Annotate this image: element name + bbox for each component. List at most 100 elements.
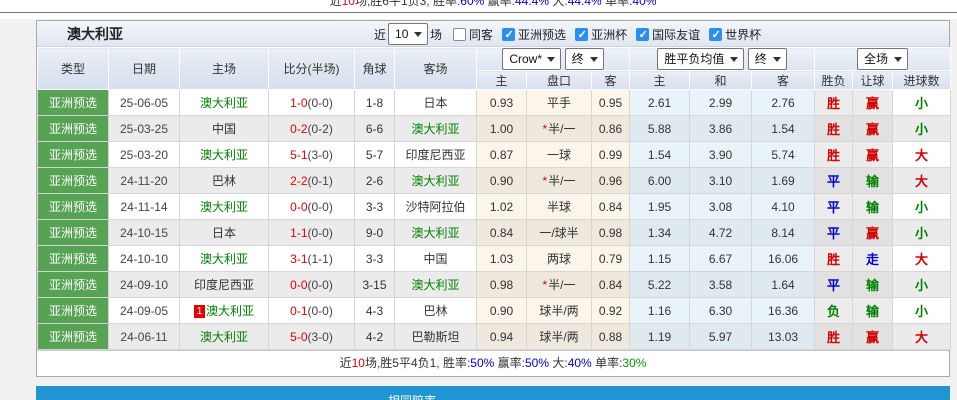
cell-score: 2-2(0-1) <box>269 168 355 194</box>
cell-home-team: 日本 <box>180 220 269 246</box>
cell-date: 24-09-10 <box>109 272 180 298</box>
cell-result: 胜 <box>815 324 853 350</box>
cell-corners: 1-8 <box>355 90 395 116</box>
cell-match-type: 亚洲预选 <box>38 246 109 272</box>
cell-avg-away: 16.06 <box>752 246 815 272</box>
cell-odds-away: 0.96 <box>592 168 630 194</box>
cell-avg-draw: 3.10 <box>690 168 752 194</box>
cell-avg-home: 1.54 <box>630 142 690 168</box>
summary-text-part: 40% <box>632 0 656 8</box>
summary-text-part: 44.4% <box>568 0 602 8</box>
cell-odds-home: 1.00 <box>477 116 527 142</box>
cell-handicap-result: 赢 <box>853 324 893 350</box>
cell-avg-home: 5.88 <box>630 116 690 142</box>
filter-controls: 近 10 场 同客亚洲预选亚洲杯国际友谊世界杯 <box>372 21 761 47</box>
final-score[interactable]: 3-1 <box>290 252 307 266</box>
summary-text-part: 40% <box>568 356 592 370</box>
cell-corners: 4-3 <box>355 298 395 324</box>
cell-result: 平 <box>815 272 853 298</box>
cell-goals-result: 大 <box>893 168 951 194</box>
away-team-name: 澳大利亚 <box>411 174 459 188</box>
bookmaker-select[interactable]: Crow* <box>502 48 561 70</box>
col-header-away: 客场 <box>395 48 477 90</box>
cell-home-team: 澳大利亚 <box>180 194 269 220</box>
final-score[interactable]: 1-0 <box>290 96 307 110</box>
away-team-name: 巴林 <box>423 304 447 318</box>
cell-goals-result: 小 <box>893 220 951 246</box>
cell-goals-result: 大 <box>893 324 951 350</box>
avg-odds-select[interactable]: 胜平负均值 <box>657 48 744 70</box>
cell-home-team: 巴林 <box>180 168 269 194</box>
final-score[interactable]: 0-2 <box>290 122 307 136</box>
cell-corners: 6-6 <box>355 116 395 142</box>
half-score: (0-0) <box>308 226 333 240</box>
cell-avg-away: 5.74 <box>752 142 815 168</box>
cell-away-team: 澳大利亚 <box>395 116 477 142</box>
filter-checkbox-世界杯[interactable] <box>709 28 722 41</box>
header-selects-row: 类型 日期 主场 比分(半场) 角球 客场 Crow* 终 胜平负均值 终 全场 <box>38 48 951 71</box>
filter-label: 世界杯 <box>725 28 761 42</box>
bookmaker-select-wrap: Crow* <box>502 48 561 70</box>
final-score[interactable]: 1-1 <box>290 226 307 240</box>
final-score[interactable]: 0-0 <box>290 200 307 214</box>
cell-odds-away: 0.92 <box>592 298 630 324</box>
blue-bar-clipped-text: 相同赔率 <box>388 392 436 400</box>
cell-score: 0-0(0-0) <box>269 272 355 298</box>
cell-corners: 3-3 <box>355 246 395 272</box>
home-team-name: 澳大利亚 <box>206 304 254 318</box>
cell-result: 平 <box>815 220 853 246</box>
cell-match-type: 亚洲预选 <box>38 220 109 246</box>
away-team-name: 澳大利亚 <box>411 122 459 136</box>
cell-avg-home: 5.22 <box>630 272 690 298</box>
final-score[interactable]: 5-0 <box>290 330 307 344</box>
half-score: (0-2) <box>308 122 333 136</box>
cell-avg-away: 16.36 <box>752 298 815 324</box>
home-team-name: 澳大利亚 <box>200 330 248 344</box>
cell-result: 胜 <box>815 246 853 272</box>
table-row: 亚洲预选24-09-10印度尼西亚0-0(0-0)3-15澳大利亚0.98*半/… <box>38 272 951 298</box>
handicap-star: * <box>542 278 547 292</box>
avg-state-select[interactable]: 终 <box>748 48 787 70</box>
filter-label: 亚洲预选 <box>518 28 566 42</box>
red-card-badge: 1 <box>194 305 205 318</box>
cell-home-team: 澳大利亚 <box>180 324 269 350</box>
cell-date: 24-11-14 <box>109 194 180 220</box>
table-row: 亚洲预选24-10-10澳大利亚3-1(1-1)3-3中国1.03两球0.791… <box>38 246 951 272</box>
team-name-title: 澳大利亚 <box>67 21 123 47</box>
away-team-name: 澳大利亚 <box>411 278 459 292</box>
cell-date: 24-11-20 <box>109 168 180 194</box>
table-row: 亚洲预选24-09-051澳大利亚0-1(0-0)4-3巴林0.90球半/两0.… <box>38 298 951 324</box>
away-team-name: 巴勒斯坦 <box>411 330 459 344</box>
cell-corners: 3-15 <box>355 272 395 298</box>
filter-checkbox-亚洲杯[interactable] <box>575 28 588 41</box>
filter-checkbox-亚洲预选[interactable] <box>502 28 515 41</box>
final-score[interactable]: 0-1 <box>290 304 307 318</box>
bookmaker-state-select[interactable]: 终 <box>565 48 604 70</box>
summary-text-part: 单率: <box>592 356 623 370</box>
final-score[interactable]: 5-1 <box>290 148 307 162</box>
home-team-name: 印度尼西亚 <box>194 278 254 292</box>
cell-result: 胜 <box>815 142 853 168</box>
cell-home-team: 印度尼西亚 <box>180 272 269 298</box>
scope-select[interactable]: 全场 <box>857 48 908 70</box>
cell-handicap: *半/一 <box>527 168 592 194</box>
cell-odds-home: 1.02 <box>477 194 527 220</box>
panel-title-bar: 澳大利亚 近 10 场 同客亚洲预选亚洲杯国际友谊世界杯 <box>37 21 949 47</box>
summary-text-part: 10 <box>342 0 355 8</box>
cell-match-type: 亚洲预选 <box>38 142 109 168</box>
near-label: 近 <box>374 26 386 43</box>
filter-checkbox-同客[interactable] <box>453 28 466 41</box>
cell-match-type: 亚洲预选 <box>38 116 109 142</box>
cell-date: 24-10-15 <box>109 220 180 246</box>
home-team-name: 巴林 <box>212 174 236 188</box>
subcol-goals: 进球数 <box>893 71 951 90</box>
cell-away-team: 中国 <box>395 246 477 272</box>
match-count-select[interactable]: 10 <box>388 23 428 45</box>
subcol-avg-draw: 和 <box>690 71 752 90</box>
filter-checkbox-国际友谊[interactable] <box>636 28 649 41</box>
final-score[interactable]: 0-0 <box>290 278 307 292</box>
final-score[interactable]: 2-2 <box>290 174 307 188</box>
matches-table: 类型 日期 主场 比分(半场) 角球 客场 Crow* 终 胜平负均值 终 全场 <box>37 47 951 350</box>
cell-handicap: 一/球半 <box>527 220 592 246</box>
summary-text-part: 赢率: <box>484 0 515 8</box>
